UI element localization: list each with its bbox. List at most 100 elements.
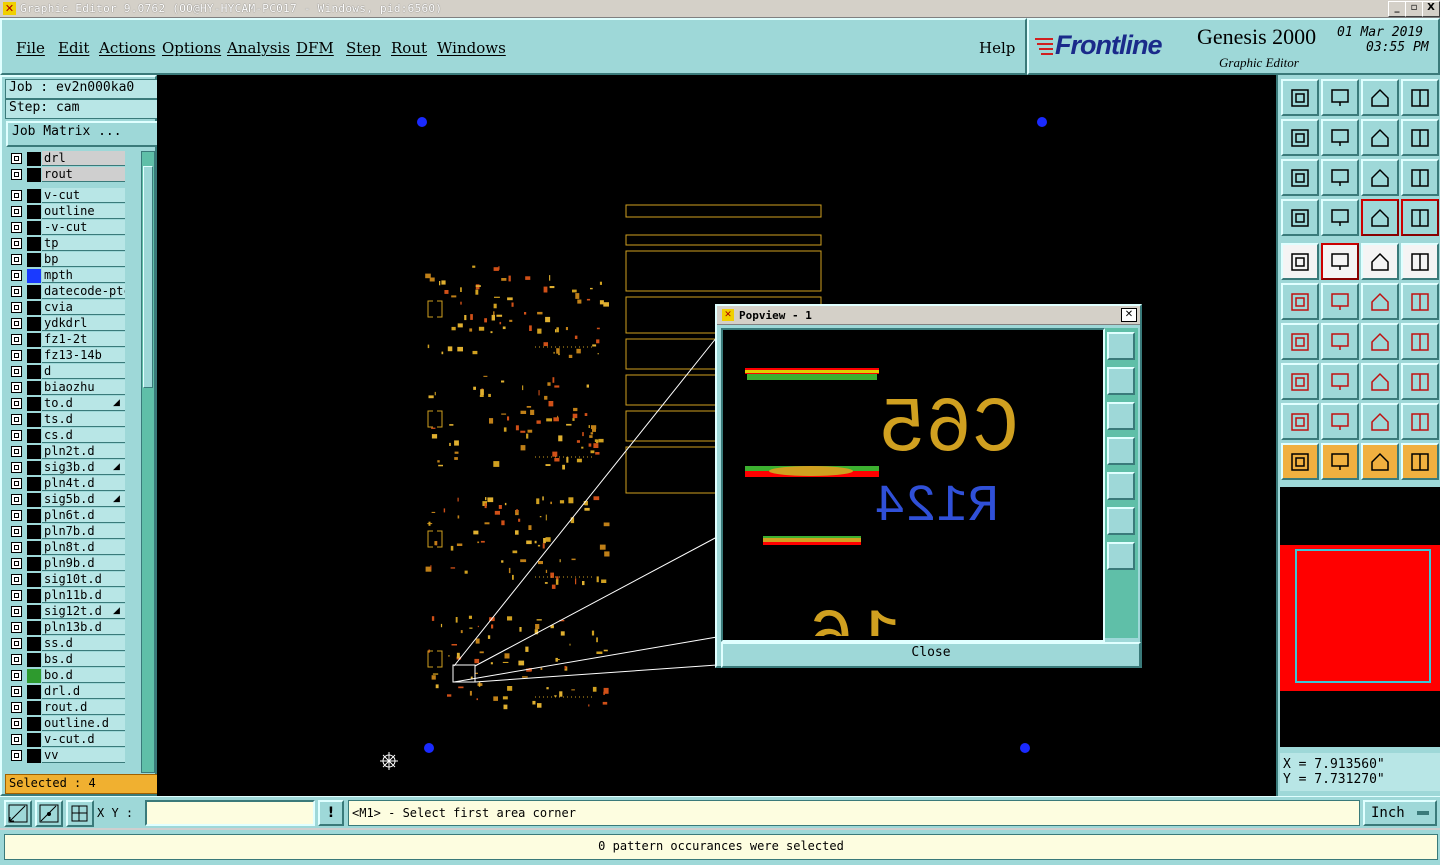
layer-row[interactable]: pln2t.d [5,444,138,460]
layer-row[interactable]: bs.d [5,652,138,668]
overview-map[interactable] [1280,487,1440,747]
zoom-in-icon[interactable] [1321,159,1359,196]
arrow-up-right-icon[interactable] [1281,243,1319,280]
layer-checkbox[interactable] [11,238,22,249]
popview-pan-right-icon[interactable] [1107,472,1135,500]
layer-checkbox[interactable] [11,398,22,409]
layer-list-scrollbar[interactable] [141,151,155,773]
layer-color-swatch[interactable] [27,168,41,182]
layer-color-swatch[interactable] [27,253,41,267]
layer-checkbox[interactable] [11,446,22,457]
layer-row[interactable]: fz13-14b [5,348,138,364]
layer-row[interactable]: sig12t.d ◢ [5,604,138,620]
layer-row[interactable]: -v-cut [5,220,138,236]
popview-pan-up-icon[interactable] [1107,367,1135,395]
layer-checkbox[interactable] [11,286,22,297]
layer-row[interactable]: sig10t.d [5,572,138,588]
layer-row[interactable]: sig5b.d ◢ [5,492,138,508]
layer-checkbox[interactable] [11,462,22,473]
layer-name[interactable]: v-cut.d [42,732,125,747]
popview-close-button[interactable]: Close [721,642,1141,668]
layer-row[interactable]: tp [5,236,138,252]
layer-checkbox[interactable] [11,590,22,601]
ratio-icon[interactable] [1361,159,1399,196]
route-icon[interactable] [1401,443,1439,480]
menu-rout[interactable]: Rout [391,39,427,57]
layer-name[interactable]: fz1-2t [42,332,125,347]
s-route-icon[interactable] [1401,119,1439,156]
layer-row[interactable]: vv [5,748,138,764]
circles-icon[interactable] [1401,363,1439,400]
layer-row[interactable]: pln11b.d [5,588,138,604]
close-window-button[interactable]: X [1422,1,1440,17]
layer-checkbox[interactable] [11,622,22,633]
pointer-box-alt-icon[interactable] [1361,443,1399,480]
layer-color-swatch[interactable] [27,477,41,491]
connect-dot-icon[interactable] [1361,283,1399,320]
pointer-box-icon[interactable] [1321,443,1359,480]
menu-options[interactable]: Options [162,39,221,57]
popview-pan-down-icon[interactable] [1107,402,1135,430]
layer-row[interactable]: outline [5,204,138,220]
layer-checkbox[interactable] [11,382,22,393]
layer-color-swatch[interactable] [27,317,41,331]
layer-name[interactable]: tp [42,236,125,251]
layer-checkbox[interactable] [11,574,22,585]
triangle-a-icon[interactable] [1321,403,1359,440]
layer-row[interactable]: v-cut [5,188,138,204]
layer-checkbox[interactable] [11,734,22,745]
layer-color-swatch[interactable] [27,653,41,667]
exit-right-icon[interactable] [1321,119,1359,156]
layer-row[interactable]: drl.d [5,684,138,700]
layer-row[interactable]: datecode-ptc [5,284,138,300]
layer-name[interactable]: fz13-14b [42,348,125,363]
layer-row[interactable]: cs.d [5,428,138,444]
popview-fit-icon[interactable] [1107,332,1135,360]
layer-row[interactable]: v-cut.d [5,732,138,748]
layer-color-swatch[interactable] [27,621,41,635]
layer-checkbox[interactable] [11,494,22,505]
window-title-bar[interactable]: ✕ Graphic Editor 9.0762 (OO@HY-HYCAM-PC0… [0,0,1440,18]
home-icon[interactable] [1281,79,1319,116]
layer-name[interactable]: pln7b.d [42,524,125,539]
layer-checkbox[interactable] [11,414,22,425]
arch-a-icon[interactable] [1361,403,1399,440]
flip-icon[interactable] [1361,119,1399,156]
layer-row[interactable]: mpth [5,268,138,284]
layer-color-swatch[interactable] [27,429,41,443]
connect-arrow-icon[interactable] [1401,283,1439,320]
layer-name[interactable]: sig10t.d [42,572,125,587]
layer-name[interactable]: pln6t.d [42,508,125,523]
layer-color-swatch[interactable] [27,381,41,395]
exit-left-icon[interactable] [1281,119,1319,156]
menu-dfm[interactable]: DFM [296,39,334,57]
pointer-icon[interactable] [1281,443,1319,480]
popview-title-bar[interactable]: ✕ Popview - 1 ✕ [717,306,1140,325]
layer-name[interactable]: cvia [42,300,125,315]
minimize-button[interactable]: _ [1388,1,1406,17]
layer-color-swatch[interactable] [27,493,41,507]
menu-windows[interactable]: Windows [437,39,506,57]
layer-name[interactable]: ts.d [42,412,125,427]
layer-color-swatch[interactable] [27,301,41,315]
scrollbar-thumb[interactable] [143,166,153,388]
menu-analysis[interactable]: Analysis [227,39,290,57]
layer-row[interactable]: outline.d [5,716,138,732]
layer-color-swatch[interactable] [27,237,41,251]
layer-row[interactable]: drl [5,151,138,167]
layer-row[interactable]: bp [5,252,138,268]
layer-name[interactable]: mpth [42,268,125,283]
layer-row[interactable]: pln7b.d [5,524,138,540]
layer-checkbox[interactable] [11,334,22,345]
arch-line-icon[interactable] [1401,403,1439,440]
page-down-icon[interactable] [1321,79,1359,116]
connect-nodes-icon[interactable] [1281,283,1319,320]
layer-checkbox[interactable] [11,638,22,649]
layer-name[interactable]: v-cut [42,188,125,203]
line-tool-icon[interactable] [1321,323,1359,360]
layer-checkbox[interactable] [11,430,22,441]
layer-color-swatch[interactable] [27,445,41,459]
layer-name[interactable]: d [42,364,125,379]
layer-name[interactable]: cs.d [42,428,125,443]
layer-color-swatch[interactable] [27,605,41,619]
